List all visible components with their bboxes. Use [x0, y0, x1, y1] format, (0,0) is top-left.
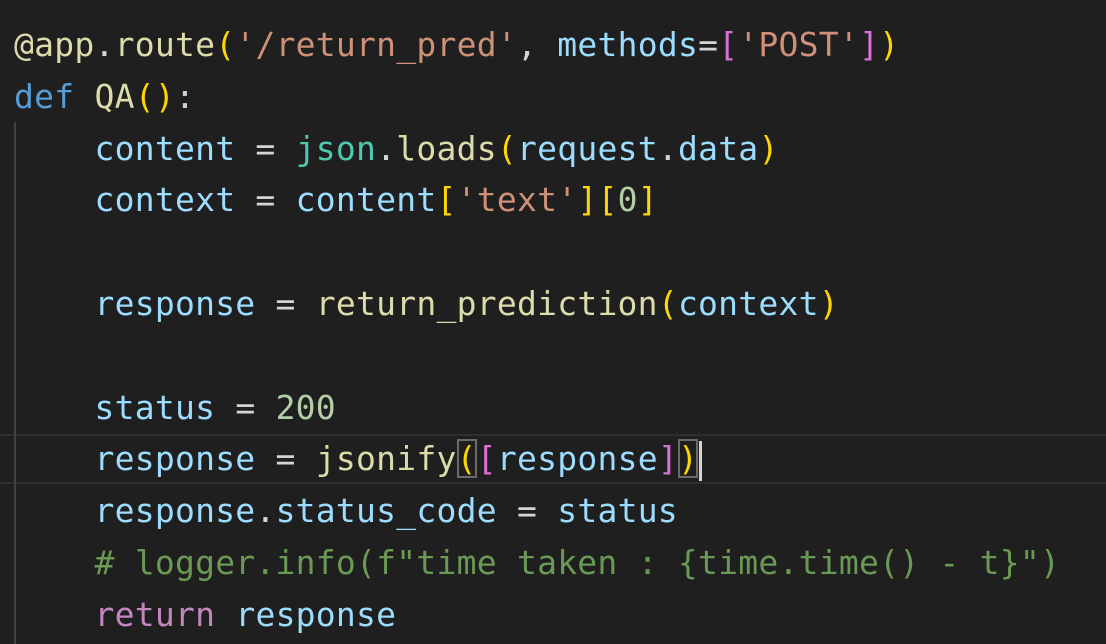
code-token: QA: [94, 76, 135, 116]
code-line-12[interactable]: return response: [14, 589, 396, 641]
code-token: =: [215, 387, 276, 427]
code-token: return_prediction: [315, 284, 658, 323]
code-token: ,: [516, 25, 558, 64]
code-line-10[interactable]: response.status_code = status: [14, 485, 678, 537]
code-token: 0: [617, 180, 638, 220]
code-token: (: [496, 128, 517, 168]
code-token: ): [879, 25, 900, 64]
code-token: =: [235, 128, 296, 168]
code-line-11[interactable]: # logger.info(f"time taken : {time.time(…: [14, 537, 1060, 589]
code-token: [: [718, 25, 739, 64]
code-token: .: [376, 128, 397, 168]
code-token: ): [818, 284, 839, 323]
code-token: =: [235, 180, 296, 220]
code-token: [: [597, 180, 618, 220]
code-token: ]: [859, 25, 880, 64]
code-token: =: [255, 439, 316, 479]
code-token: ): [758, 128, 779, 168]
code-token: =: [255, 284, 316, 323]
code-token: status_code: [275, 491, 497, 531]
code-line-3[interactable]: content = json.loads(request.data): [14, 123, 779, 175]
code-token: (): [134, 76, 175, 116]
code-line-9[interactable]: response = jsonify([response]): [14, 433, 703, 485]
code-line-6[interactable]: response = return_prediction(context): [14, 278, 839, 330]
code-line-4[interactable]: context = content['text'][0]: [14, 174, 658, 226]
code-token: methods: [557, 25, 699, 64]
code-token: ]: [577, 180, 598, 220]
code-token: :: [174, 76, 196, 116]
code-token: ]: [637, 180, 658, 220]
code-token: ]: [657, 439, 678, 479]
code-token: app: [34, 25, 95, 64]
code-token: [: [476, 439, 497, 479]
code-token: def: [14, 76, 75, 116]
code-token: loads: [396, 128, 497, 168]
code-token: =: [698, 25, 719, 64]
code-token: response: [94, 284, 256, 323]
text-cursor: [699, 440, 703, 481]
code-token: context: [94, 180, 236, 220]
code-token: .: [94, 25, 115, 64]
code-token: route: [114, 25, 216, 64]
code-token: 'text': [456, 180, 578, 220]
code-token: (: [657, 284, 678, 323]
code-token: status: [94, 387, 216, 427]
code-token: # logger.info(f"time taken : {time.time(…: [94, 543, 1061, 582]
code-token: request: [517, 128, 658, 168]
code-token: .: [255, 491, 276, 531]
code-token: 'POST': [738, 25, 860, 64]
code-token: jsonify: [315, 439, 457, 479]
code-token: =: [496, 491, 558, 531]
code-token: (: [456, 439, 477, 479]
code-token: response: [496, 439, 658, 479]
code-token: data: [677, 128, 759, 168]
code-token: .: [657, 128, 678, 168]
code-token: ): [677, 439, 699, 479]
code-token: content: [94, 128, 236, 168]
code-token: response: [94, 439, 256, 479]
code-token: response: [235, 594, 397, 634]
code-line-2[interactable]: def QA():: [14, 71, 195, 123]
code-token: '/return_pred': [235, 25, 517, 64]
code-token: response: [94, 491, 256, 531]
code-token: (: [215, 25, 236, 64]
code-token: return: [94, 594, 216, 634]
code-line-1[interactable]: @app.route('/return_pred', methods=['POS…: [14, 19, 899, 71]
code-token: 200: [275, 387, 336, 427]
code-editor[interactable]: @app.route('/return_pred', methods=['POS…: [0, 0, 1106, 644]
code-token: status: [557, 491, 678, 531]
code-token: json: [295, 128, 377, 168]
code-token: context: [677, 284, 819, 323]
code-line-8[interactable]: status = 200: [14, 382, 336, 434]
code-token: @: [14, 25, 35, 64]
code-token: content: [295, 180, 437, 220]
code-token: [: [436, 180, 457, 220]
